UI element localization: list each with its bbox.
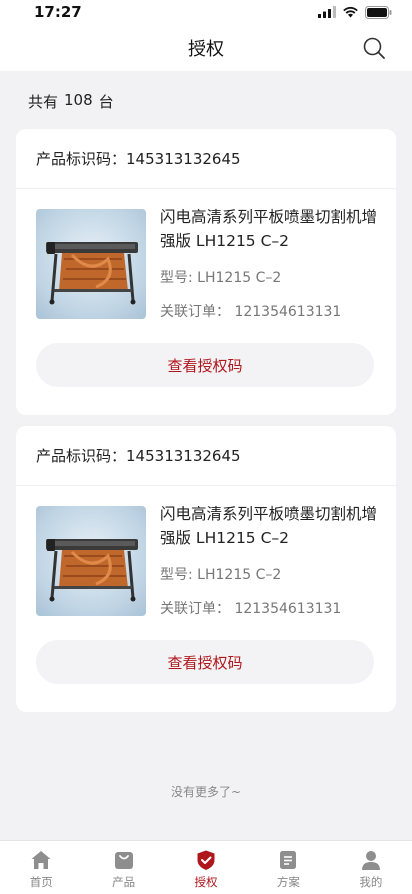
tab-label: 方案 xyxy=(276,875,300,889)
model-value: LH1215 C–2 xyxy=(197,270,282,286)
authorization-card: 产品标识码： 145313132645 闪电高清系列平板喷墨切割机增强版 LH1… xyxy=(16,129,396,415)
tab-authorization[interactable]: 授权 xyxy=(165,841,247,894)
page-title: 授权 xyxy=(188,38,224,60)
tab-solutions[interactable]: 方案 xyxy=(247,841,329,894)
related-order: 关联订单： 121354613131 xyxy=(160,598,341,618)
wifi-icon xyxy=(343,6,358,18)
count-suffix: 台 xyxy=(98,93,114,111)
product-bag-icon xyxy=(114,852,133,869)
model-label: 型号: xyxy=(160,270,193,286)
tab-products[interactable]: 产品 xyxy=(82,841,164,894)
product-id-label: 产品标识码： xyxy=(36,150,127,168)
product-name: 闪电高清系列平板喷墨切割机增强版 LH1215 C–2 xyxy=(160,505,378,547)
card-header: 产品标识码： 145313132645 xyxy=(16,129,396,189)
model-label: 型号: xyxy=(160,567,193,583)
printer-cutter-image xyxy=(46,539,138,602)
nav-bar: 授权 xyxy=(0,24,412,71)
product-id-value: 145313132645 xyxy=(126,446,241,465)
product-image xyxy=(36,506,146,616)
status-icons xyxy=(318,5,392,19)
product-model: 型号: LH1215 C–2 xyxy=(160,564,281,584)
bottom-tab-bar: 首页 产品 授权 方案 我的 xyxy=(0,840,412,894)
product-image xyxy=(36,209,146,319)
search-icon[interactable] xyxy=(362,36,386,60)
home-icon xyxy=(31,851,51,869)
related-order: 关联订单： 121354613131 xyxy=(160,301,341,321)
order-label: 关联订单： xyxy=(160,304,230,320)
card-header: 产品标识码： 145313132645 xyxy=(16,426,396,486)
tab-home[interactable]: 首页 xyxy=(0,841,82,894)
battery-icon xyxy=(365,5,392,19)
tab-label: 授权 xyxy=(194,875,218,889)
tab-label: 我的 xyxy=(359,875,383,889)
tab-label: 首页 xyxy=(29,875,53,889)
signal-icon xyxy=(318,6,336,18)
document-icon xyxy=(280,851,297,869)
order-label: 关联订单： xyxy=(160,601,230,617)
product-id-value: 145313132645 xyxy=(126,149,241,168)
no-more-text: 没有更多了~ xyxy=(170,785,242,799)
user-icon xyxy=(361,851,380,870)
printer-cutter-image xyxy=(46,242,138,305)
tab-label: 产品 xyxy=(112,875,136,889)
count-value: 108 xyxy=(64,91,93,109)
model-value: LH1215 C–2 xyxy=(197,567,282,583)
tab-profile[interactable]: 我的 xyxy=(330,841,412,894)
count-prefix: 共有 xyxy=(28,93,59,111)
authorization-shield-icon xyxy=(197,850,215,870)
order-value: 121354613131 xyxy=(234,601,342,617)
product-id-label: 产品标识码： xyxy=(36,447,127,465)
view-authorization-code-button[interactable]: 查看授权码 xyxy=(36,343,374,387)
device-count: 共有 108 台 xyxy=(28,91,114,112)
view-authorization-code-button[interactable]: 查看授权码 xyxy=(36,640,374,684)
product-name: 闪电高清系列平板喷墨切割机增强版 LH1215 C–2 xyxy=(160,208,378,250)
status-bar: 17:27 xyxy=(0,0,412,24)
order-value: 121354613131 xyxy=(234,304,342,320)
product-model: 型号: LH1215 C–2 xyxy=(160,267,281,287)
authorization-card: 产品标识码： 145313132645 闪电高清系列平板喷墨切割机增强版 LH1… xyxy=(16,426,396,712)
status-time: 17:27 xyxy=(34,3,82,21)
